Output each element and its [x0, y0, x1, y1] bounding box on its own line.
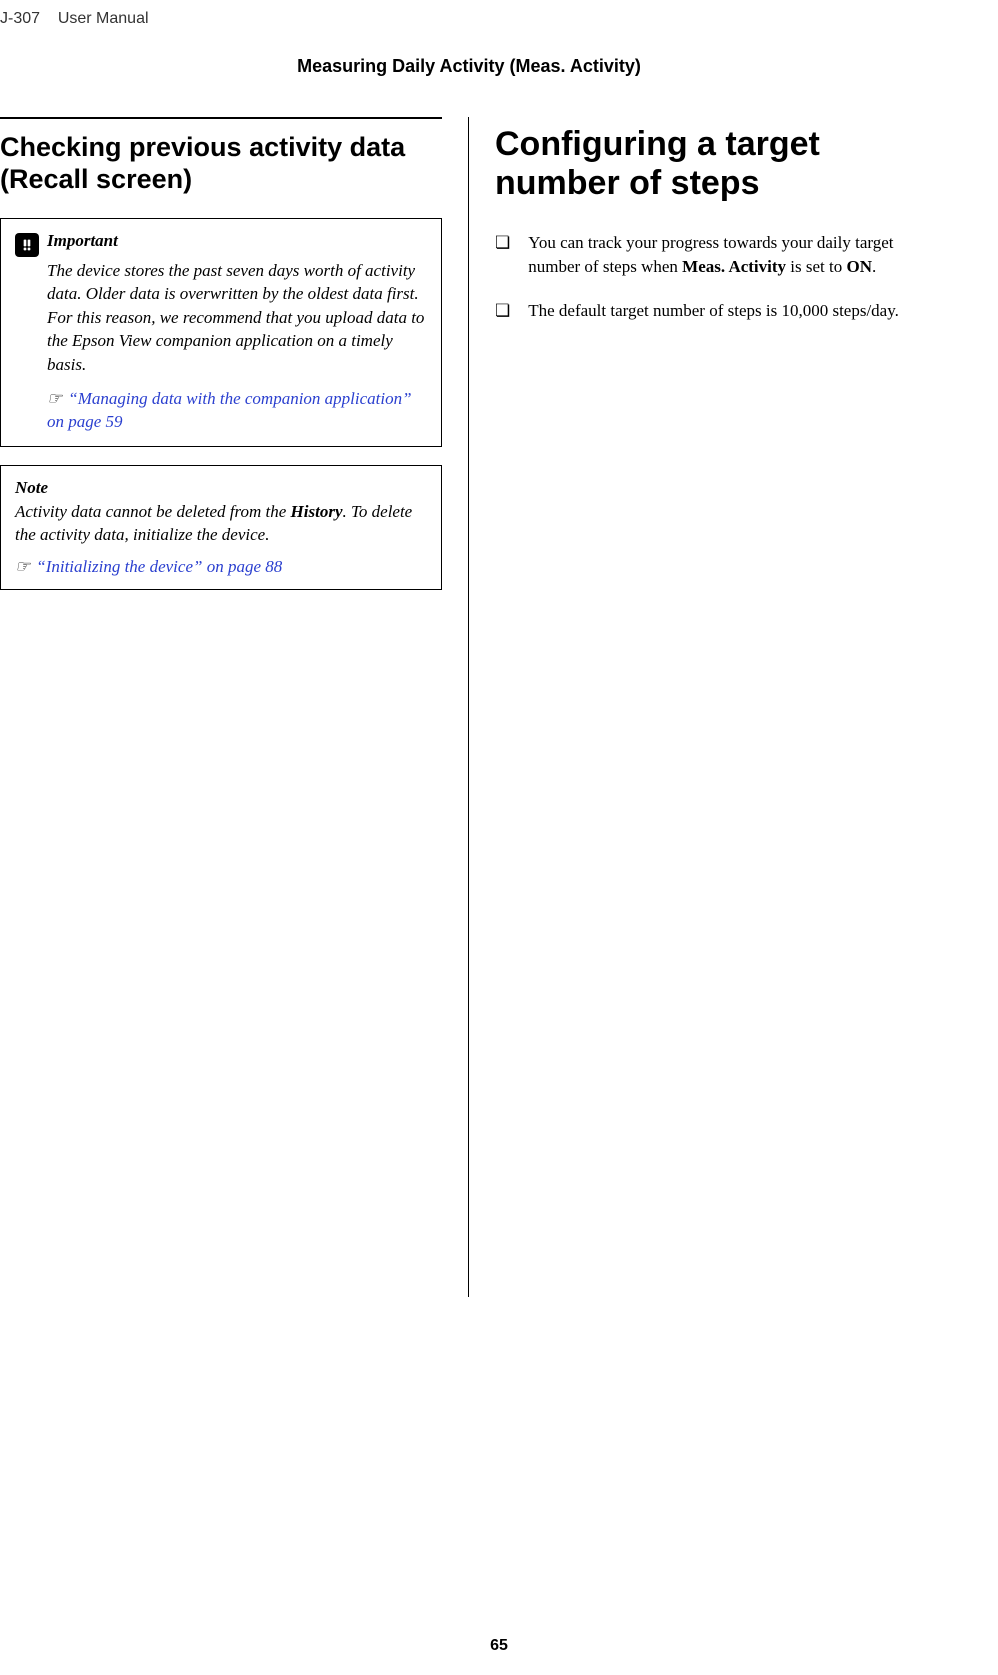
two-column-layout: Checking previous activity data (Recall … [0, 117, 938, 1297]
important-icon [15, 233, 39, 257]
note-label: Note [15, 478, 427, 498]
list-item: ❏ You can track your progress towards yo… [495, 231, 938, 279]
hand-icon: ☞ [15, 557, 30, 576]
hand-icon: ☞ [47, 389, 62, 408]
important-box: Important The device stores the past sev… [0, 218, 442, 447]
li-pre: The default target number of steps is 10… [528, 301, 899, 320]
page-number: 65 [0, 1637, 998, 1655]
page-root: J-307 User Manual Measuring Daily Activi… [0, 0, 998, 1337]
note-link-text: “Initializing the device” on page 88 [36, 557, 282, 576]
important-text: The device stores the past seven days wo… [47, 259, 427, 376]
important-label: Important [47, 231, 118, 251]
note-pre: Activity data cannot be deleted from the [15, 502, 291, 521]
model-code: J-307 [0, 10, 40, 27]
li-post: . [872, 257, 876, 276]
list-item: ❏ The default target number of steps is … [495, 299, 938, 323]
important-xref[interactable]: ☞“Managing data with the companion appli… [47, 388, 427, 434]
column-left: Checking previous activity data (Recall … [0, 117, 469, 1297]
important-link-text: “Managing data with the companion applic… [47, 389, 412, 431]
doc-label: User Manual [58, 10, 149, 27]
list-item-text: The default target number of steps is 10… [528, 299, 899, 323]
li-mid: is set to [786, 257, 846, 276]
heading-target-steps: Configuring a target number of steps [495, 125, 938, 203]
note-xref[interactable]: ☞ “Initializing the device” on page 88 [15, 557, 427, 577]
checkbox-bullet-icon: ❏ [495, 234, 510, 251]
note-text: Activity data cannot be deleted from the… [15, 500, 427, 547]
important-header: Important [15, 231, 427, 257]
bullet-list: ❏ You can track your progress towards yo… [495, 231, 938, 323]
chapter-title: Measuring Daily Activity (Meas. Activity… [0, 40, 938, 117]
list-item-text: You can track your progress towards your… [528, 231, 938, 279]
li-b2: ON [846, 257, 872, 276]
column-right: Configuring a target number of steps ❏ Y… [469, 117, 938, 1297]
heading-recall-screen: Checking previous activity data (Recall … [0, 117, 442, 196]
checkbox-bullet-icon: ❏ [495, 302, 510, 319]
note-bold: History [291, 502, 343, 521]
li-b1: Meas. Activity [682, 257, 786, 276]
running-header: J-307 User Manual [0, 10, 938, 40]
note-box: Note Activity data cannot be deleted fro… [0, 465, 442, 590]
